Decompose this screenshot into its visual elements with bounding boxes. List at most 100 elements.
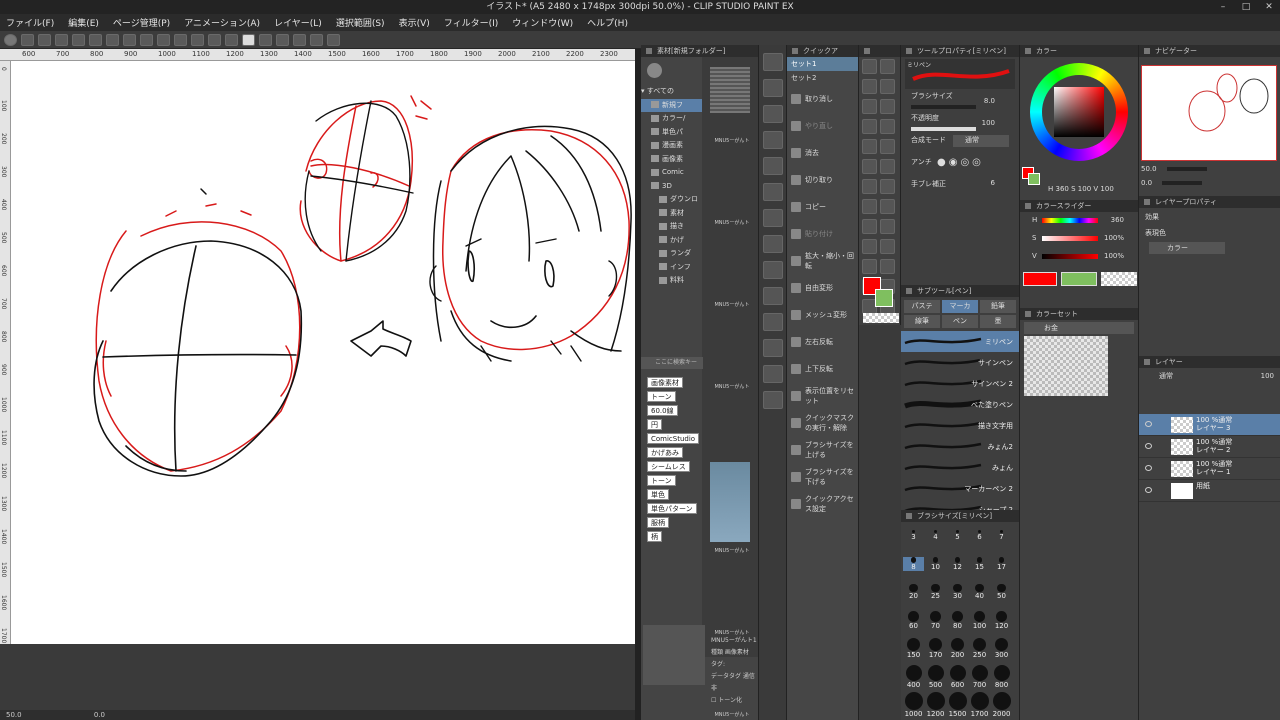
material-tag[interactable]: 円 xyxy=(647,419,662,430)
ruler-snap-icon[interactable] xyxy=(157,33,170,46)
layer-icon-5[interactable] xyxy=(762,183,783,201)
cloud-icon[interactable] xyxy=(259,33,272,46)
close-icon[interactable]: ✕ xyxy=(1258,0,1280,14)
tool-icon[interactable] xyxy=(880,179,895,194)
layer-icon-2[interactable] xyxy=(762,105,783,123)
material-tag[interactable]: かげあみ xyxy=(647,447,683,458)
hue-ring[interactable] xyxy=(1030,63,1128,161)
quick-action-item[interactable]: メッシュ変形 xyxy=(787,301,858,328)
layer-icon-10[interactable] xyxy=(762,339,783,357)
undo-icon[interactable] xyxy=(72,33,85,46)
transparent-color-swatch[interactable] xyxy=(863,313,899,323)
tree-item[interactable]: 料料 xyxy=(641,274,702,288)
navigator-angle-slider[interactable] xyxy=(1162,181,1203,185)
layout-icon[interactable] xyxy=(310,33,323,46)
brush-size-option[interactable]: 15 xyxy=(969,557,990,571)
slider-value[interactable]: 100% xyxy=(1104,234,1124,242)
panel-toggle-icon[interactable] xyxy=(293,33,306,46)
quick-action-item[interactable]: ブラシサイズを下げる xyxy=(787,463,858,490)
eye-icon[interactable] xyxy=(1145,421,1152,427)
tool-icon[interactable] xyxy=(862,119,877,134)
tool-icon[interactable] xyxy=(862,79,877,94)
brush-size-option[interactable]: 7 xyxy=(991,530,1012,541)
slider-bar[interactable] xyxy=(1042,254,1098,259)
brush-size-option[interactable]: 600 xyxy=(947,665,968,689)
menu-view[interactable]: 表示(V) xyxy=(399,16,430,29)
brush-size-option[interactable]: 1500 xyxy=(947,692,968,718)
brush-item[interactable]: みょん xyxy=(901,457,1019,478)
slider-value[interactable]: 360 xyxy=(1111,216,1124,224)
navigator-preview[interactable] xyxy=(1141,65,1277,161)
brush-item[interactable]: 描き文字用 xyxy=(901,415,1019,436)
brush-size-option[interactable]: 70 xyxy=(925,611,946,630)
quick-action-item[interactable]: 消去 xyxy=(787,139,858,166)
quick-action-item[interactable]: 自由変形 xyxy=(787,274,858,301)
brush-size-value[interactable]: 8.0 xyxy=(984,97,995,105)
quick-action-item[interactable]: ブラシサイズを上げる xyxy=(787,436,858,463)
quick-action-item[interactable]: クイックアクセス設定 xyxy=(787,490,858,517)
color-set-select[interactable]: お金 xyxy=(1024,322,1134,334)
tree-item[interactable]: 素材 xyxy=(641,207,702,221)
grid-snap-icon[interactable] xyxy=(174,33,187,46)
menu-page[interactable]: ページ管理(P) xyxy=(113,16,170,29)
tool-icon[interactable] xyxy=(862,139,877,154)
sub-color-swatch[interactable] xyxy=(875,289,893,307)
subtool-tab[interactable]: 線筆 xyxy=(904,315,940,328)
tool-icon[interactable] xyxy=(862,99,877,114)
brush-size-option[interactable]: 12 xyxy=(947,557,968,571)
tool-icon[interactable] xyxy=(880,119,895,134)
brush-item[interactable]: サインペン 2 xyxy=(901,373,1019,394)
layer-row[interactable]: 用紙 xyxy=(1139,480,1280,502)
tool-icon[interactable] xyxy=(880,219,895,234)
layer-blend-select[interactable]: 通常 xyxy=(1159,372,1173,380)
subtool-tab[interactable]: パステ xyxy=(904,300,940,313)
antialias-options[interactable]: ●◉◎◎ xyxy=(937,157,984,168)
material-thumb-selected[interactable] xyxy=(710,462,751,542)
material-tag[interactable]: 服柄 xyxy=(647,517,669,528)
layer-opacity[interactable]: 100 xyxy=(1261,368,1274,384)
folder-icon[interactable] xyxy=(762,53,783,71)
tree-root[interactable]: ▾ すべての xyxy=(641,85,702,99)
tree-item[interactable]: ランダ xyxy=(641,247,702,261)
minimize-icon[interactable]: – xyxy=(1212,0,1234,14)
slider-bar[interactable] xyxy=(1042,218,1098,223)
menu-edit[interactable]: 編集(E) xyxy=(68,16,99,29)
quick-action-item[interactable]: 取り消し xyxy=(787,85,858,112)
blend-select[interactable]: 通常 xyxy=(953,135,1009,147)
quick-action-item[interactable]: コピー xyxy=(787,193,858,220)
tool-icon[interactable] xyxy=(880,59,895,74)
layer-icon-6[interactable] xyxy=(762,235,783,253)
tone-checkbox[interactable]: ☐ トーン化 xyxy=(711,695,758,707)
subtool-tab[interactable]: 鉛筆 xyxy=(980,300,1016,313)
quick-set-1[interactable]: セット1 xyxy=(787,57,858,71)
slider-transparent[interactable] xyxy=(1101,272,1137,286)
sync-icon[interactable] xyxy=(208,33,221,46)
select-all-icon[interactable] xyxy=(123,33,136,46)
tool-icon[interactable] xyxy=(880,159,895,174)
new-file-icon[interactable] xyxy=(21,33,34,46)
slider-value[interactable]: 100% xyxy=(1104,252,1124,260)
tree-item[interactable]: 描き xyxy=(641,220,702,234)
tool-icon[interactable] xyxy=(880,199,895,214)
stabilize-value[interactable]: 6 xyxy=(991,179,995,187)
tool-icon[interactable] xyxy=(862,179,877,194)
thumb-label[interactable]: MNU5ーがんト xyxy=(714,711,749,718)
navigator-zoom[interactable]: 50.0 xyxy=(1141,165,1157,173)
maximize-icon[interactable]: □ xyxy=(1235,0,1257,14)
tree-item[interactable]: かげ xyxy=(641,234,702,248)
tool-icon[interactable] xyxy=(880,139,895,154)
tree-item[interactable]: 単色パ xyxy=(641,126,702,140)
help-icon[interactable] xyxy=(242,33,255,46)
tool-icon[interactable] xyxy=(880,99,895,114)
layer-icon-7[interactable] xyxy=(762,261,783,279)
brush-size-option[interactable]: 3 xyxy=(903,530,924,541)
tool-icon[interactable] xyxy=(862,59,877,74)
brush-size-option[interactable]: 200 xyxy=(947,638,968,659)
brush-item[interactable]: サインペン xyxy=(901,352,1019,373)
slider-main-color[interactable] xyxy=(1023,272,1057,286)
material-tag[interactable]: 単色パターン xyxy=(647,503,697,514)
tool-icon[interactable] xyxy=(880,259,895,274)
brush-size-option[interactable]: 20 xyxy=(903,584,924,600)
opacity-slider[interactable] xyxy=(911,127,976,131)
layer-icon-12[interactable] xyxy=(762,391,783,409)
